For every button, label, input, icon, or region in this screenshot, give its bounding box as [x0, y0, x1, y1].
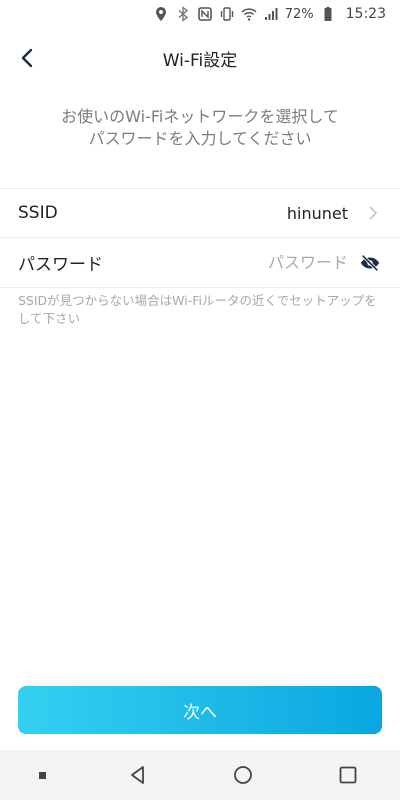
battery-percentage: 72% — [284, 6, 314, 22]
password-row: パスワード — [0, 238, 400, 288]
nfc-icon — [197, 6, 213, 22]
ssid-label: SSID — [18, 203, 58, 223]
password-input[interactable] — [218, 253, 348, 272]
back-triangle-icon — [130, 766, 144, 784]
vibrate-icon — [219, 6, 235, 22]
instruction-text: お使いのWi-Fiネットワークを選択して パスワードを入力してください — [0, 106, 400, 150]
next-button[interactable]: 次へ — [18, 686, 382, 734]
back-button[interactable] — [12, 42, 44, 74]
nav-back-button[interactable] — [118, 755, 158, 795]
chevron-right-icon — [364, 204, 382, 222]
home-circle-icon — [233, 766, 252, 784]
instruction-line-2: パスワードを入力してください — [88, 129, 312, 148]
ssid-row[interactable]: SSID hinunet — [0, 188, 400, 238]
eye-off-icon — [360, 254, 380, 271]
location-icon — [153, 6, 169, 22]
page-title: Wi-Fi設定 — [162, 50, 238, 71]
app-header: Wi-Fi設定 — [0, 30, 400, 86]
wifi-settings-screen: 72% 15:23 Wi-Fi設定 お使いのWi-Fiネットワークを選択して パ… — [0, 0, 400, 800]
signal-icon — [263, 6, 279, 22]
system-nav-bar — [0, 750, 400, 800]
status-bar: 72% 15:23 — [0, 0, 400, 28]
bluetooth-icon — [175, 6, 191, 22]
ssid-value: hinunet — [286, 203, 348, 223]
instruction-line-1: お使いのWi-Fiネットワークを選択して — [61, 107, 339, 126]
overview-square-icon — [339, 766, 356, 784]
wifi-icon — [241, 6, 257, 22]
nav-home-button[interactable] — [223, 755, 263, 795]
chevron-left-icon — [21, 48, 33, 68]
password-label: パスワード — [18, 255, 103, 275]
ssid-hint-text: SSIDが見つからない場合はWi-Fiルータの近くでセットアップをして下さい — [18, 293, 377, 326]
battery-icon — [320, 6, 336, 22]
password-visibility-toggle[interactable] — [358, 251, 382, 275]
recents-dot-icon[interactable] — [33, 755, 53, 795]
nav-overview-button[interactable] — [328, 755, 368, 795]
status-time: 15:23 — [345, 6, 386, 22]
